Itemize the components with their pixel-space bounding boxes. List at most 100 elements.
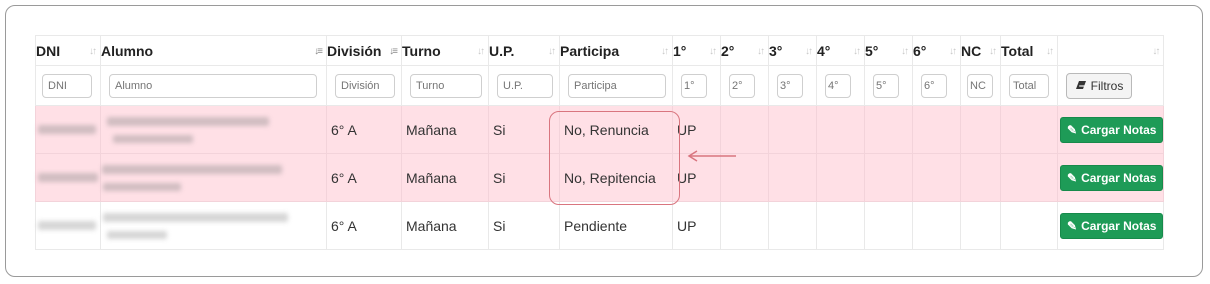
cargar-notas-label: Cargar Notas: [1081, 218, 1157, 233]
col-header-participa[interactable]: Participa ↓↑: [559, 35, 673, 66]
redacted-name: [107, 116, 269, 126]
col-header-grade-6[interactable]: 6° ↓↑: [912, 35, 961, 66]
dni-filter-input[interactable]: [42, 73, 92, 98]
sort-desc-icon[interactable]: ↓≡: [389, 46, 398, 57]
sort-icon[interactable]: ↓↑: [709, 46, 717, 57]
grade-cell: [816, 201, 865, 250]
participa-cell: Pendiente: [559, 201, 673, 250]
cargar-notas-label: Cargar Notas: [1081, 170, 1157, 185]
filter-cell: [816, 65, 865, 106]
participa-cell: No, Renuncia: [559, 105, 673, 154]
col-header-grade-4[interactable]: 4° ↓↑: [816, 35, 865, 66]
action-cell: ✎ Cargar Notas: [1056, 201, 1165, 250]
grade-cell: [864, 105, 913, 154]
col-header-grade-1[interactable]: 1° ↓↑: [672, 35, 721, 66]
total-filter-input[interactable]: [1009, 73, 1049, 98]
cargar-notas-button[interactable]: ✎ Cargar Notas: [1060, 116, 1164, 143]
col-header-grade-3[interactable]: 3° ↓↑: [768, 35, 817, 66]
grade-1-filter-input[interactable]: [681, 73, 707, 98]
total-cell: [1000, 201, 1058, 250]
col-header-turno[interactable]: Turno ↓↑: [401, 35, 489, 66]
turno-cell: Mañana: [401, 105, 489, 154]
sort-icon[interactable]: ↓↑: [89, 46, 97, 57]
sort-desc-icon[interactable]: ↓≡: [314, 46, 323, 57]
filters-button[interactable]: Filtros: [1066, 72, 1132, 99]
dni-cell: [35, 105, 101, 154]
col-header-alumno[interactable]: Alumno ↓≡: [100, 35, 327, 66]
redacted-name: [107, 230, 167, 239]
sort-icon[interactable]: ↓↑: [1152, 46, 1160, 57]
up-cell: Si: [488, 201, 560, 250]
table-row[interactable]: 6° A Mañana Si No, Renuncia UP ✎ Cargar N…: [35, 105, 1165, 154]
division-cell: 6° A: [326, 201, 402, 250]
grade-5-filter-input[interactable]: [873, 73, 899, 98]
grade-cell: [816, 105, 865, 154]
cargar-notas-button[interactable]: ✎ Cargar Notas: [1060, 164, 1164, 191]
col-header-up[interactable]: U.P. ↓↑: [488, 35, 560, 66]
sort-icon[interactable]: ↓↑: [548, 46, 556, 57]
sort-icon[interactable]: ↓↑: [1046, 46, 1054, 57]
col-header-total[interactable]: Total ↓↑: [1000, 35, 1058, 66]
sort-icon[interactable]: ↓↑: [661, 46, 669, 57]
cargar-notas-button[interactable]: ✎ Cargar Notas: [1060, 212, 1164, 239]
sort-icon[interactable]: ↓↑: [477, 46, 485, 57]
filter-cell: [1000, 65, 1058, 106]
col-header-division[interactable]: División ↓≡: [326, 35, 402, 66]
nc-filter-input[interactable]: [967, 73, 993, 98]
grade-3-filter-input[interactable]: [777, 73, 803, 98]
up-filter-input[interactable]: [497, 73, 553, 98]
sort-icon[interactable]: ↓↑: [805, 46, 813, 57]
pencil-icon: ✎: [1067, 122, 1078, 137]
sort-icon[interactable]: ↓↑: [989, 46, 997, 57]
grade-cell: [768, 153, 817, 202]
filter-cell: [672, 65, 721, 106]
col-header-grade-5[interactable]: 5° ↓↑: [864, 35, 913, 66]
action-cell: ✎ Cargar Notas: [1056, 105, 1165, 154]
col-header-dni[interactable]: DNI ↓↑: [35, 35, 101, 66]
redacted-dni: [38, 221, 96, 230]
nc-cell: [960, 105, 1001, 154]
annotation-arrow-icon: [687, 150, 736, 162]
col-header-actions[interactable]: ↓↑: [1056, 35, 1165, 66]
redacted-dni: [38, 173, 98, 182]
division-cell: 6° A: [326, 153, 402, 202]
pencil-icon: ✎: [1067, 170, 1078, 185]
grade-cell: [720, 105, 769, 154]
grade-6-filter-input[interactable]: [921, 73, 947, 98]
grade-cell: [816, 153, 865, 202]
filter-cell: [35, 65, 101, 106]
filter-cell: [720, 65, 769, 106]
action-cell: ✎ Cargar Notas: [1056, 153, 1165, 202]
turno-filter-input[interactable]: [410, 73, 482, 98]
table-row[interactable]: 6° A Mañana Si No, Repitencia UP ✎ Cargar…: [35, 153, 1165, 202]
filter-cell: [960, 65, 1001, 106]
grade-cell: [768, 105, 817, 154]
up-cell: Si: [488, 105, 560, 154]
filter-cell: [559, 65, 673, 106]
cargar-notas-label: Cargar Notas: [1081, 122, 1157, 137]
redacted-name: [103, 182, 181, 191]
total-cell: [1000, 105, 1058, 154]
dni-cell: [35, 153, 101, 202]
sort-icon[interactable]: ↓↑: [901, 46, 909, 57]
redacted-dni: [38, 125, 96, 134]
alumno-cell: [100, 201, 327, 250]
participa-cell: No, Repitencia: [559, 153, 673, 202]
alumno-filter-input[interactable]: [109, 73, 317, 98]
division-filter-input[interactable]: [335, 73, 395, 98]
header-row: DNI ↓↑ Alumno ↓≡ División ↓≡ Turno ↓↑ U.P. ↓↑…: [35, 35, 1165, 66]
table-row[interactable]: 6° A Mañana Si Pendiente UP ✎ Cargar Nota…: [35, 201, 1165, 250]
participa-filter-input[interactable]: [568, 73, 666, 98]
division-cell: 6° A: [326, 105, 402, 154]
sort-icon[interactable]: ↓↑: [757, 46, 765, 57]
grade-1-cell: UP: [672, 201, 721, 250]
nc-cell: [960, 201, 1001, 250]
sort-icon[interactable]: ↓↑: [949, 46, 957, 57]
col-header-grade-2[interactable]: 2° ↓↑: [720, 35, 769, 66]
col-header-nc[interactable]: NC ↓↑: [960, 35, 1001, 66]
grade-4-filter-input[interactable]: [825, 73, 851, 98]
grade-2-filter-input[interactable]: [729, 73, 755, 98]
sort-icon[interactable]: ↓↑: [853, 46, 861, 57]
redacted-name: [102, 164, 282, 174]
grade-cell: [912, 153, 961, 202]
